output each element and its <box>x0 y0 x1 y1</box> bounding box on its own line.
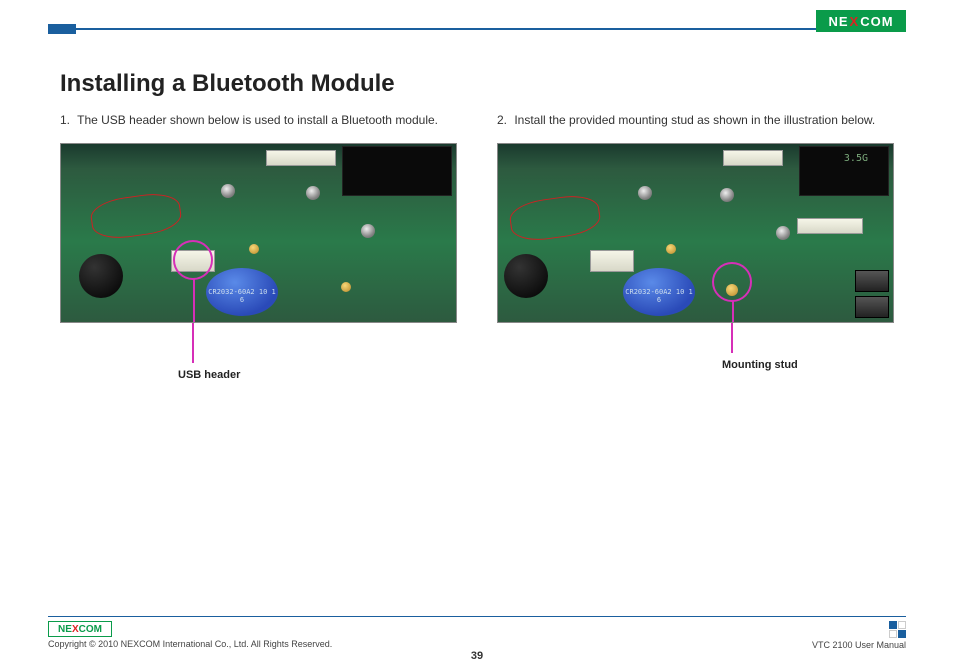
callout-circle-stud <box>712 262 752 302</box>
caption-usb-header: USB header <box>178 369 457 381</box>
caption-mounting-stud: Mounting stud <box>722 359 894 371</box>
screw-icon <box>638 186 652 200</box>
battery-label: CR2032-60A2 10 1 6 <box>623 288 695 304</box>
screw-icon <box>720 188 734 202</box>
footer-right: VTC 2100 User Manual <box>812 621 906 650</box>
footer-left: NEXCOM Copyright © 2010 NEXCOM Internati… <box>48 621 332 649</box>
step-1-body: The USB header shown below is used to in… <box>77 113 438 127</box>
coin-battery-icon: CR2032-60A2 10 1 6 <box>623 268 695 316</box>
standoff-icon <box>341 282 351 292</box>
connector-icon <box>797 218 863 234</box>
battery-label: CR2032-60A2 10 1 6 <box>206 288 278 304</box>
step-1-number: 1. <box>60 112 74 129</box>
wire-icon <box>89 190 184 242</box>
wire-icon <box>508 192 603 244</box>
screw-icon <box>221 184 235 198</box>
brand-part2: COM <box>860 14 893 29</box>
step-2-text: 2. Install the provided mounting stud as… <box>497 112 894 129</box>
usb-header-connector <box>590 250 634 272</box>
brand-part2: COM <box>79 624 102 635</box>
connector-icon <box>266 150 336 166</box>
manual-title: VTC 2100 User Manual <box>812 640 906 650</box>
brand-x: X <box>850 14 860 29</box>
chip-icon: 3.5G <box>799 146 889 196</box>
page-number: 39 <box>0 650 954 662</box>
callout-line-usb <box>193 278 195 322</box>
page-content: Installing a Bluetooth Module 1. The USB… <box>60 70 894 381</box>
brand-part1: NE <box>828 14 848 29</box>
standoff-icon <box>249 244 259 254</box>
callout-line-stud <box>732 300 734 322</box>
brand-x: X <box>72 624 79 635</box>
chip-icon <box>342 146 452 196</box>
page-footer: NEXCOM Copyright © 2010 NEXCOM Internati… <box>48 616 906 650</box>
brand-logo-top: NEXCOM <box>816 10 906 32</box>
connector-icon <box>723 150 783 166</box>
footer-ornament-icon <box>889 621 906 638</box>
screw-icon <box>306 186 320 200</box>
mounting-stud-icon <box>726 284 738 296</box>
callout-line-ext-usb <box>192 323 194 363</box>
copyright-text: Copyright © 2010 NEXCOM International Co… <box>48 639 332 649</box>
coin-battery-icon: CR2032-60A2 10 1 6 <box>206 268 278 316</box>
brand-logo-footer: NEXCOM <box>48 621 112 637</box>
usb-header-connector <box>171 250 215 272</box>
board-marker-3g: 3.5G <box>844 153 868 164</box>
callout-line-ext-stud <box>731 323 733 353</box>
screw-icon <box>776 226 790 240</box>
inductor-icon <box>79 254 123 298</box>
step-2-number: 2. <box>497 112 511 129</box>
two-column-layout: 1. The USB header shown below is used to… <box>60 112 894 381</box>
step-1-text: 1. The USB header shown below is used to… <box>60 112 457 129</box>
column-left: 1. The USB header shown below is used to… <box>60 112 457 381</box>
page-title: Installing a Bluetooth Module <box>60 70 894 98</box>
brand-part1: NE <box>58 624 72 635</box>
column-right: 2. Install the provided mounting stud as… <box>497 112 894 381</box>
board-photo-2: 3.5G CR2032-60A2 10 1 6 <box>497 143 894 323</box>
step-2-body: Install the provided mounting stud as sh… <box>514 113 875 127</box>
board-photo-1: CR2032-60A2 10 1 6 <box>60 143 457 323</box>
screw-icon <box>361 224 375 238</box>
inductor-icon <box>504 254 548 298</box>
standoff-icon <box>666 244 676 254</box>
usb-port-icon <box>855 270 889 292</box>
usb-port-icon <box>855 296 889 318</box>
header-rule <box>48 28 906 30</box>
